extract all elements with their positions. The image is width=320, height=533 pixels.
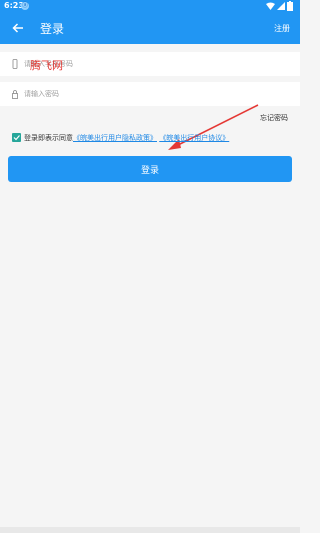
app-bar: 登录 注册: [0, 12, 300, 44]
status-icons: [266, 1, 296, 11]
back-button[interactable]: [8, 18, 28, 38]
login-button[interactable]: 登录: [8, 156, 292, 182]
user-agreement-link[interactable]: 《皖美出行用户协议》: [159, 134, 229, 142]
watermark: 腾飞网: [30, 59, 63, 72]
page-title: 登录: [40, 22, 65, 36]
login-label: 登录: [140, 165, 159, 176]
notification-badge: ⓐ: [21, 2, 29, 10]
privacy-policy-link[interactable]: 《皖美出行用户隐私政策》: [73, 134, 157, 142]
password-placeholder: 请输入密码: [24, 90, 59, 98]
battery-icon: [287, 1, 293, 11]
lock-icon: [12, 90, 18, 99]
check-icon: [13, 135, 20, 141]
register-link[interactable]: 注册: [274, 23, 290, 34]
agreement-text: 登录即表示同意《皖美出行用户隐私政策》 《皖美出行用户协议》: [24, 133, 229, 143]
annotation-arrow: [168, 104, 259, 150]
phone-icon: [12, 59, 18, 69]
signal-icon: [277, 2, 285, 10]
wifi-icon: [266, 2, 275, 10]
bottom-nav-bar: [0, 527, 300, 533]
agreement-row: 登录即表示同意《皖美出行用户隐私政策》 《皖美出行用户协议》: [12, 131, 292, 145]
status-bar: 6:23 ⓐ: [0, 0, 300, 12]
back-arrow-icon: [12, 23, 23, 33]
agree-checkbox[interactable]: [12, 133, 21, 142]
agreement-prefix: 登录即表示同意: [24, 134, 73, 142]
